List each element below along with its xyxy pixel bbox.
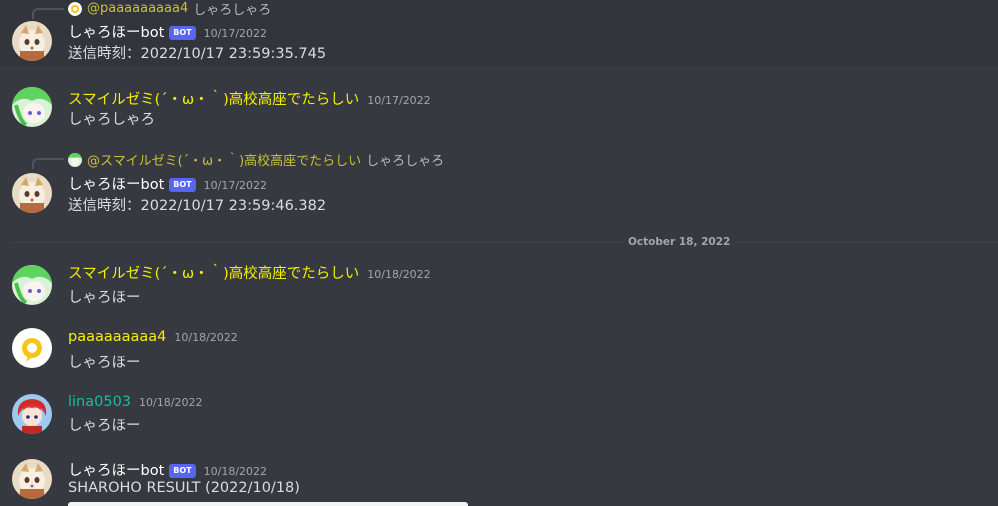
author-name[interactable]: lina0503 bbox=[68, 394, 131, 410]
author-name[interactable]: しゃろほーbot bbox=[68, 173, 164, 194]
embed-card[interactable] bbox=[68, 502, 468, 506]
reply-connector bbox=[32, 8, 64, 19]
timestamp[interactable]: 10/18/2022 bbox=[367, 268, 430, 281]
anime-character-avatar-icon[interactable] bbox=[12, 87, 52, 127]
bot-badge: BOT bbox=[169, 178, 196, 192]
author-name[interactable]: しゃろほーbot bbox=[68, 459, 164, 480]
reply-text: しゃろしゃろ bbox=[193, 3, 272, 18]
anime-character-avatar-icon[interactable] bbox=[12, 265, 52, 305]
author-name[interactable]: スマイルゼミ(´・ω・｀)高校高座でたらしい bbox=[68, 88, 359, 109]
bot-badge: BOT bbox=[169, 464, 196, 478]
author-name[interactable]: paaaaaaaaa4 bbox=[68, 329, 166, 345]
reply-preview[interactable]: @paaaaaaaaa4 しゃろしゃろ bbox=[68, 0, 271, 18]
message-content: しゃろほー bbox=[68, 418, 141, 434]
message-header: しゃろほーbot BOT 10/17/2022 bbox=[68, 173, 267, 194]
message-item[interactable]: lina0503 10/18/2022 しゃろほー bbox=[0, 392, 998, 442]
message-item[interactable]: スマイルゼミ(´・ω・｀)高校高座でたらしい 10/17/2022 しゃろしゃろ bbox=[0, 84, 998, 134]
timestamp[interactable]: 10/18/2022 bbox=[174, 331, 237, 344]
timestamp[interactable]: 10/18/2022 bbox=[139, 396, 202, 409]
message-item[interactable]: @paaaaaaaaa4 しゃろしゃろ しゃろほーbot BOT 10/17/2… bbox=[0, 0, 998, 66]
reply-preview[interactable]: @スマイルゼミ(´・ω・｀)高校高座でたらしい しゃろしゃろ bbox=[68, 150, 444, 169]
cat-avatar-icon[interactable] bbox=[12, 21, 52, 61]
date-divider-label: October 18, 2022 bbox=[622, 236, 737, 248]
timestamp[interactable]: 10/18/2022 bbox=[204, 465, 267, 478]
timestamp[interactable]: 10/17/2022 bbox=[204, 179, 267, 192]
timestamp[interactable]: 10/17/2022 bbox=[367, 94, 430, 107]
reply-avatar-icon bbox=[68, 1, 82, 16]
message-content: 送信時刻：2022/10/17 23:59:35.745 bbox=[68, 46, 327, 62]
message-content: SHAROHO RESULT (2022/10/18) bbox=[68, 480, 300, 496]
message-header: スマイルゼミ(´・ω・｀)高校高座でたらしい 10/17/2022 bbox=[68, 88, 431, 109]
message-content: しゃろほー bbox=[68, 290, 141, 306]
date-divider bbox=[12, 242, 998, 243]
message-header: しゃろほーbot BOT 10/18/2022 bbox=[68, 459, 267, 480]
cat-avatar-icon[interactable] bbox=[12, 459, 52, 499]
message-header: スマイルゼミ(´・ω・｀)高校高座でたらしい 10/18/2022 bbox=[68, 262, 431, 283]
message-content: 送信時刻：2022/10/17 23:59:46.382 bbox=[68, 198, 327, 214]
message-item[interactable]: paaaaaaaaa4 10/18/2022 しゃろほー bbox=[0, 327, 998, 377]
message-header: paaaaaaaaa4 10/18/2022 bbox=[68, 329, 238, 345]
yellow-ring-avatar-icon[interactable] bbox=[12, 328, 52, 368]
reply-text: しゃろしゃろ bbox=[366, 154, 445, 169]
author-name[interactable]: しゃろほーbot bbox=[68, 21, 164, 42]
message-item[interactable]: スマイルゼミ(´・ω・｀)高校高座でたらしい 10/18/2022 しゃろほー bbox=[0, 262, 998, 312]
reply-author[interactable]: @スマイルゼミ(´・ω・｀)高校高座でたらしい bbox=[87, 150, 361, 169]
reply-avatar-icon bbox=[68, 152, 82, 167]
timestamp[interactable]: 10/17/2022 bbox=[204, 27, 267, 40]
reply-connector bbox=[32, 158, 64, 169]
red-hair-character-avatar-icon[interactable] bbox=[12, 394, 52, 434]
message-content: しゃろしゃろ bbox=[68, 112, 155, 128]
reply-author[interactable]: @paaaaaaaaa4 bbox=[87, 1, 188, 16]
message-header: しゃろほーbot BOT 10/17/2022 bbox=[68, 21, 267, 42]
message-item[interactable]: @スマイルゼミ(´・ω・｀)高校高座でたらしい しゃろしゃろ しゃろほーbot … bbox=[0, 148, 998, 218]
message-header: lina0503 10/18/2022 bbox=[68, 394, 202, 410]
message-item[interactable]: しゃろほーbot BOT 10/18/2022 SHAROHO RESULT (… bbox=[0, 456, 998, 506]
cat-avatar-icon[interactable] bbox=[12, 173, 52, 213]
author-name[interactable]: スマイルゼミ(´・ω・｀)高校高座でたらしい bbox=[68, 262, 359, 283]
bot-badge: BOT bbox=[169, 26, 196, 40]
message-content: しゃろほー bbox=[68, 355, 141, 371]
